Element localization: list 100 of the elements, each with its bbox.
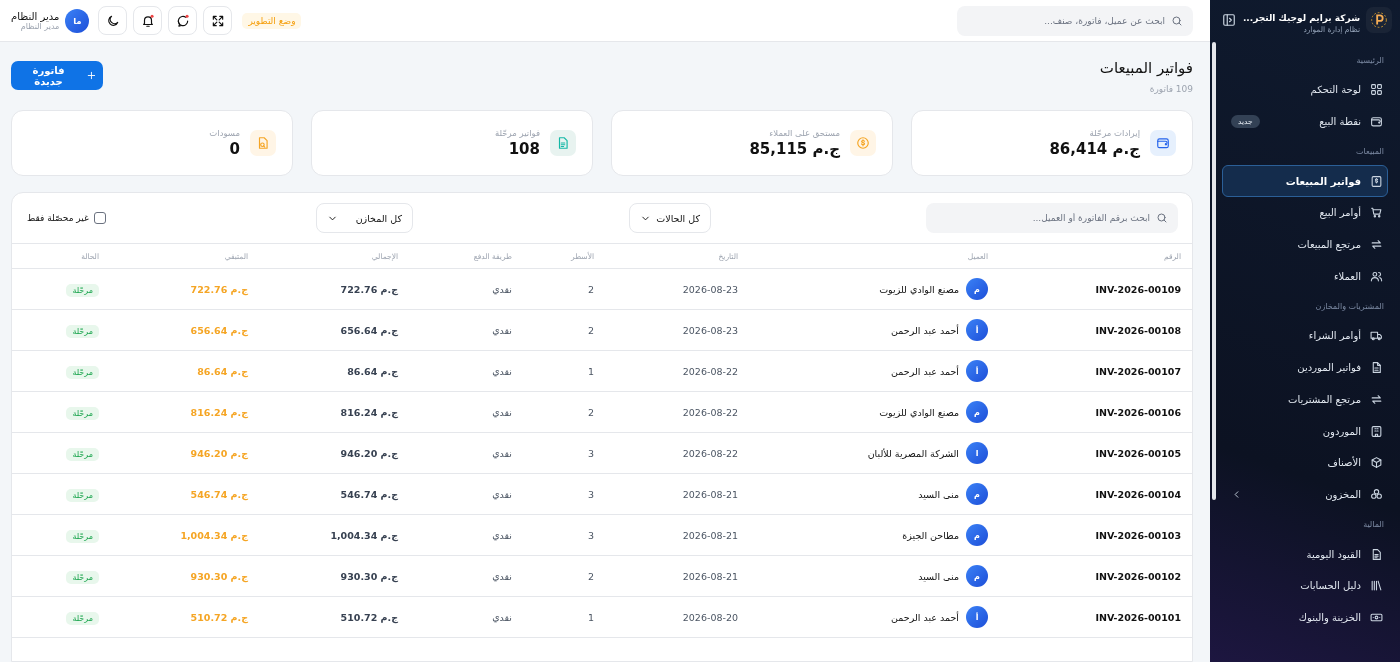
coin-icon [856,136,870,150]
theme-button[interactable] [98,6,128,35]
table-cell: 2026-08-22 [605,432,749,474]
bell-icon [140,13,155,28]
nav-item[interactable]: لوحة التحكم [1222,74,1388,106]
table-cell: INV-2026-00109 [999,268,1192,310]
swap-icon [1370,238,1383,252]
nav-item[interactable]: الأصناف [1222,446,1388,479]
stat-value: 108 [507,140,540,158]
table-cell: INV-2026-00107 [999,350,1192,392]
table-cell: ج.م 546.74 [259,473,409,515]
table-cell: ج.م 816.24 [110,391,259,433]
stat-value: ج.م 85,115 [749,140,840,158]
table-cell: الشركة المصرية للألبان [867,447,959,459]
table-cell: نقدي [409,391,523,433]
moon-icon [105,13,120,28]
notifications-button[interactable] [133,6,163,35]
table-cell: INV-2026-00108 [999,309,1192,351]
dashboard-icon [1370,83,1383,97]
plus-icon [86,70,97,81]
books-icon [1370,579,1383,593]
nav-section-label: المشتريات والمخازن [1314,301,1385,314]
warehouse-dropdown[interactable]: كل المخازن [316,203,413,233]
table-cell: منى السيد [918,570,959,582]
customer-avatar: م [966,483,988,505]
checkbox[interactable] [93,212,106,224]
status-badge: مرحّلة [66,447,99,461]
table-cell: أحمد عبد الرحمن [891,324,959,336]
status-dropdown[interactable]: كل الحالات [629,203,711,233]
collapse-icon [1222,13,1236,27]
search-icon [1156,212,1168,224]
nav-item[interactable]: فواتير المبيعات [1222,165,1388,198]
messages-button[interactable] [168,6,198,35]
table-cell: 2026-08-23 [605,309,749,351]
nav-item[interactable]: المخزون [1222,478,1388,511]
nav-item[interactable]: القيود اليومية [1222,538,1388,570]
table-cell: INV-2026-00104 [999,473,1192,515]
collapse-sidebar-button[interactable] [1222,13,1236,27]
table-cell: 2026-08-23 [605,268,749,310]
table-cell: 1 [523,350,605,392]
status-badge: مرحّلة [66,283,99,297]
customer-avatar: م [966,278,988,300]
table-cell: 2 [523,309,605,351]
search-icon [1171,14,1183,27]
nav-item[interactable]: فواتير الموردين [1222,351,1388,384]
nav-item[interactable]: مرتجع المبيعات [1222,228,1388,261]
users-icon [1370,269,1383,283]
page-title: فواتير المبيعات [1099,58,1193,78]
cart-icon [1370,206,1383,220]
nav-item[interactable]: مرتجع المشتريات [1222,383,1388,416]
checkbox-label: غير محصّلة فقط [27,213,89,223]
stat-label: مسودات [209,128,240,138]
table-cell: ج.م 86.64 [110,350,259,392]
nav-section-label: المبيعات [1355,146,1385,159]
table-cell: نقدي [409,350,523,392]
table-cell: 3 [523,473,605,515]
customer-avatar: أ [966,606,988,628]
logo [1366,7,1392,33]
nav-section-label: المالية [1362,519,1385,532]
table-cell: INV-2026-00106 [999,391,1192,433]
nav-item[interactable]: أوامر البيع [1222,197,1388,229]
status-badge: مرحّلة [66,611,99,625]
nav-item[interactable]: أوامر الشراء [1222,320,1388,352]
table-cell: 2026-08-20 [605,596,749,638]
invoice-count: 109 فاتورة [1148,84,1193,94]
table-cell: 3 [523,432,605,474]
customer-avatar: م [966,401,988,423]
stat-label: إيرادات مرحّلة [1088,128,1140,138]
search-field[interactable]: ابحث عن عميل، فاتورة، صنف... [957,5,1193,36]
table-cell: ج.م 722.76 [259,268,409,310]
fullscreen-button[interactable] [203,6,233,35]
draft-icon [256,136,270,150]
table-cell: 2 [523,268,605,310]
document-icon [1370,547,1383,561]
nav-item[interactable]: الخزينة والبنوك [1222,601,1388,634]
table-cell: نقدي [409,309,523,351]
table-cell: 1 [523,596,605,638]
table-cell: ج.م 816.24 [259,391,409,433]
nav-item[interactable]: العملاء [1222,260,1388,293]
table-cell: مصنع الوادي للزيوت [879,283,959,295]
table-cell: ج.م 930.30 [259,555,409,597]
table-cell: ج.م 510.72 [259,596,409,638]
dev-mode-badge: وضع التطوير [242,12,302,29]
table-cell: أحمد عبد الرحمن [891,365,959,377]
table-cell: 2026-08-22 [605,350,749,392]
user-name: مدير النظام [11,10,60,22]
customer-avatar: أ [966,319,988,341]
stat-label: فواتير مرحّلة [495,128,540,138]
new-invoice-button[interactable]: فاتورة جديدة [11,61,103,90]
nav-item[interactable]: الموردون [1222,415,1388,447]
table-cell: 2026-08-21 [605,473,749,515]
customer-avatar: م [966,524,988,546]
status-badge: مرحّلة [66,570,99,584]
user-avatar[interactable]: ما [65,8,90,33]
nav-item[interactable]: دليل الحسابات [1222,569,1388,602]
table-cell: نقدي [409,514,523,556]
table-cell: 2026-08-22 [605,391,749,433]
building-icon [1370,424,1383,438]
table-cell: ج.م 1,004.34 [110,514,259,556]
table-cell: نقدي [409,555,523,597]
